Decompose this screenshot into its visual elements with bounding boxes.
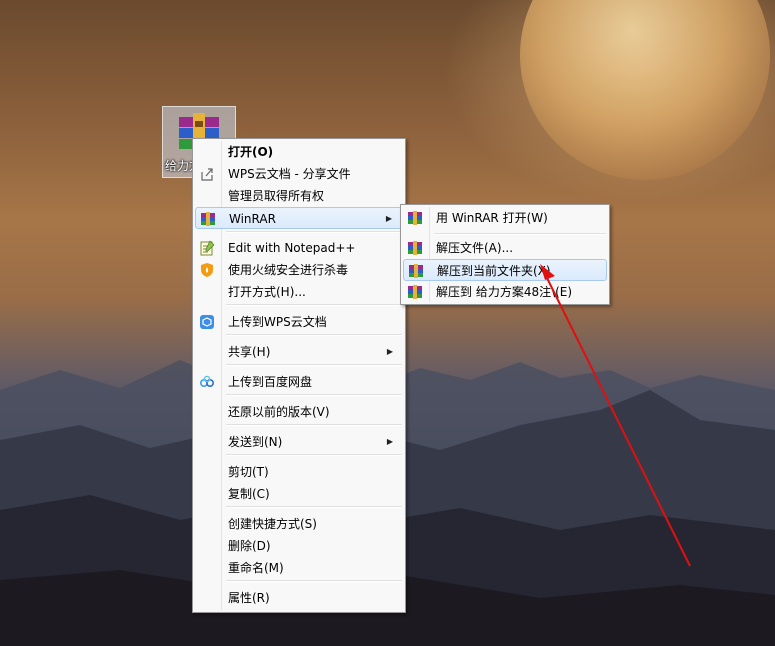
menu-separator [226, 231, 402, 233]
menu-separator [226, 580, 402, 582]
menu-item-winrar[interactable]: WinRAR ▶ [195, 207, 403, 229]
context-menu: 打开(O) WPS云文档 - 分享文件 管理员取得所有权 WinRAR ▶ Edit wi… [192, 138, 406, 613]
menu-separator [226, 304, 402, 306]
submenu-item-extract-to-folder[interactable]: 解压到 给力方案48注\(E) [403, 281, 607, 303]
wps-cloud-icon [199, 314, 215, 330]
notepad-icon [199, 240, 215, 256]
submenu-item-label: 解压文件(A)... [436, 241, 514, 255]
submenu-arrow-icon: ▶ [385, 214, 392, 223]
menu-item-label: Edit with Notepad++ [228, 241, 356, 255]
menu-item-label: 共享(H) [228, 345, 271, 359]
menu-separator [226, 394, 402, 396]
menu-item-edit-notepadpp[interactable]: Edit with Notepad++ [195, 237, 403, 259]
menu-item-take-ownership[interactable]: 管理员取得所有权 [195, 185, 403, 207]
winrar-icon [407, 240, 423, 256]
winrar-icon [407, 284, 423, 300]
menu-item-huorong-scan[interactable]: 使用火绒安全进行杀毒 [195, 259, 403, 281]
menu-item-share[interactable]: 共享(H) ▶ [195, 341, 403, 363]
menu-item-label: 上传到百度网盘 [228, 375, 313, 389]
winrar-icon [408, 263, 424, 279]
winrar-icon [407, 210, 423, 226]
wallpaper-moon [520, 0, 770, 180]
menu-item-label: 打开方式(H)... [228, 285, 306, 299]
menu-item-open-with[interactable]: 打开方式(H)... [195, 281, 403, 303]
menu-separator [226, 424, 402, 426]
menu-separator [226, 454, 402, 456]
winrar-icon [200, 211, 216, 227]
share-icon [199, 166, 215, 182]
menu-item-label: WinRAR [229, 212, 276, 226]
menu-item-properties[interactable]: 属性(R) [195, 587, 403, 609]
submenu-item-label: 解压到当前文件夹(X) [437, 264, 551, 278]
menu-item-label: 管理员取得所有权 [228, 189, 325, 203]
menu-item-label: 重命名(M) [228, 561, 284, 575]
submenu-item-open-with-winrar[interactable]: 用 WinRAR 打开(W) [403, 207, 607, 229]
menu-item-label: 创建快捷方式(S) [228, 517, 317, 531]
menu-item-label: 使用火绒安全进行杀毒 [228, 263, 349, 277]
huorong-shield-icon [199, 262, 215, 278]
menu-item-upload-baidu[interactable]: 上传到百度网盘 [195, 371, 403, 393]
menu-item-label: 发送到(N) [228, 435, 283, 449]
baidu-netdisk-icon [199, 374, 215, 390]
menu-separator [434, 233, 606, 235]
submenu-arrow-icon: ▶ [386, 437, 393, 446]
submenu-item-extract-files[interactable]: 解压文件(A)... [403, 237, 607, 259]
menu-item-label: 还原以前的版本(V) [228, 405, 330, 419]
menu-item-restore-versions[interactable]: 还原以前的版本(V) [195, 401, 403, 423]
menu-item-label: 复制(C) [228, 487, 270, 501]
menu-item-create-shortcut[interactable]: 创建快捷方式(S) [195, 513, 403, 535]
menu-separator [226, 334, 402, 336]
submenu-item-label: 用 WinRAR 打开(W) [436, 211, 548, 225]
winrar-submenu: 用 WinRAR 打开(W) 解压文件(A)... 解压到当前文件夹(X) 解压到 给… [400, 204, 610, 305]
menu-separator [226, 364, 402, 366]
menu-item-upload-wps[interactable]: 上传到WPS云文档 [195, 311, 403, 333]
submenu-item-extract-here[interactable]: 解压到当前文件夹(X) [403, 259, 607, 281]
menu-item-cut[interactable]: 剪切(T) [195, 461, 403, 483]
menu-item-wps-share[interactable]: WPS云文档 - 分享文件 [195, 163, 403, 185]
menu-item-copy[interactable]: 复制(C) [195, 483, 403, 505]
menu-item-label: 上传到WPS云文档 [228, 315, 327, 329]
menu-item-label: 剪切(T) [228, 465, 269, 479]
menu-item-open[interactable]: 打开(O) [195, 141, 403, 163]
menu-item-rename[interactable]: 重命名(M) [195, 557, 403, 579]
menu-item-label: WPS云文档 - 分享文件 [228, 167, 351, 181]
menu-item-label: 打开(O) [228, 145, 274, 159]
menu-item-delete[interactable]: 删除(D) [195, 535, 403, 557]
menu-item-label: 删除(D) [228, 539, 271, 553]
menu-item-send-to[interactable]: 发送到(N) ▶ [195, 431, 403, 453]
submenu-arrow-icon: ▶ [386, 347, 393, 356]
menu-item-label: 属性(R) [228, 591, 270, 605]
submenu-item-label: 解压到 给力方案48注\(E) [436, 285, 573, 299]
menu-separator [226, 506, 402, 508]
